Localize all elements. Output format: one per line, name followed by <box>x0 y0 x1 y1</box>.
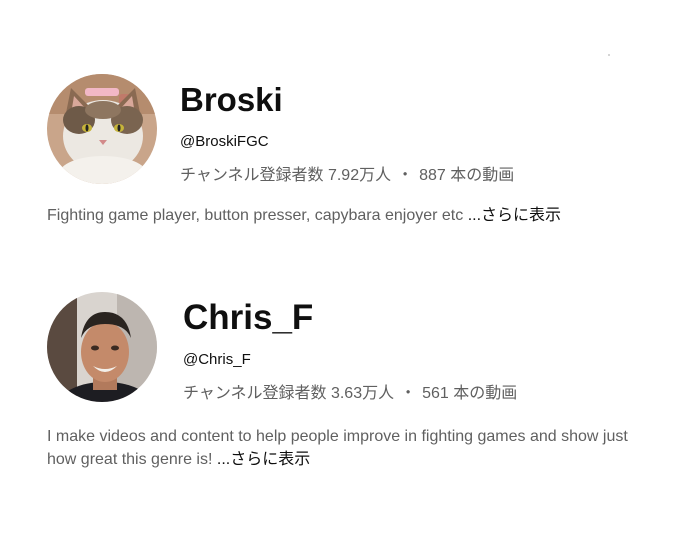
description-text: I make videos and content to help people… <box>47 428 628 468</box>
person-photo-avatar[interactable] <box>47 292 157 402</box>
channel-stats: チャンネル登録者数 3.63万人・ 561 本の動画 <box>183 379 517 403</box>
stats-separator: ・ <box>400 385 417 402</box>
channel-description: I make videos and content to help people… <box>47 425 637 471</box>
subscriber-count: チャンネル登録者数 3.63万人 <box>183 385 395 402</box>
channel-card-chris-f: Chris_F @Chris_F チャンネル登録者数 3.63万人・ 561 本の… <box>0 0 680 535</box>
show-more-link[interactable]: ...さらに表示 <box>217 451 310 468</box>
channel-handle: @Chris_F <box>183 351 251 368</box>
person-avatar-image <box>47 292 157 402</box>
video-count: 561 本の動画 <box>422 385 518 402</box>
channel-name[interactable]: Chris_F <box>183 298 313 338</box>
